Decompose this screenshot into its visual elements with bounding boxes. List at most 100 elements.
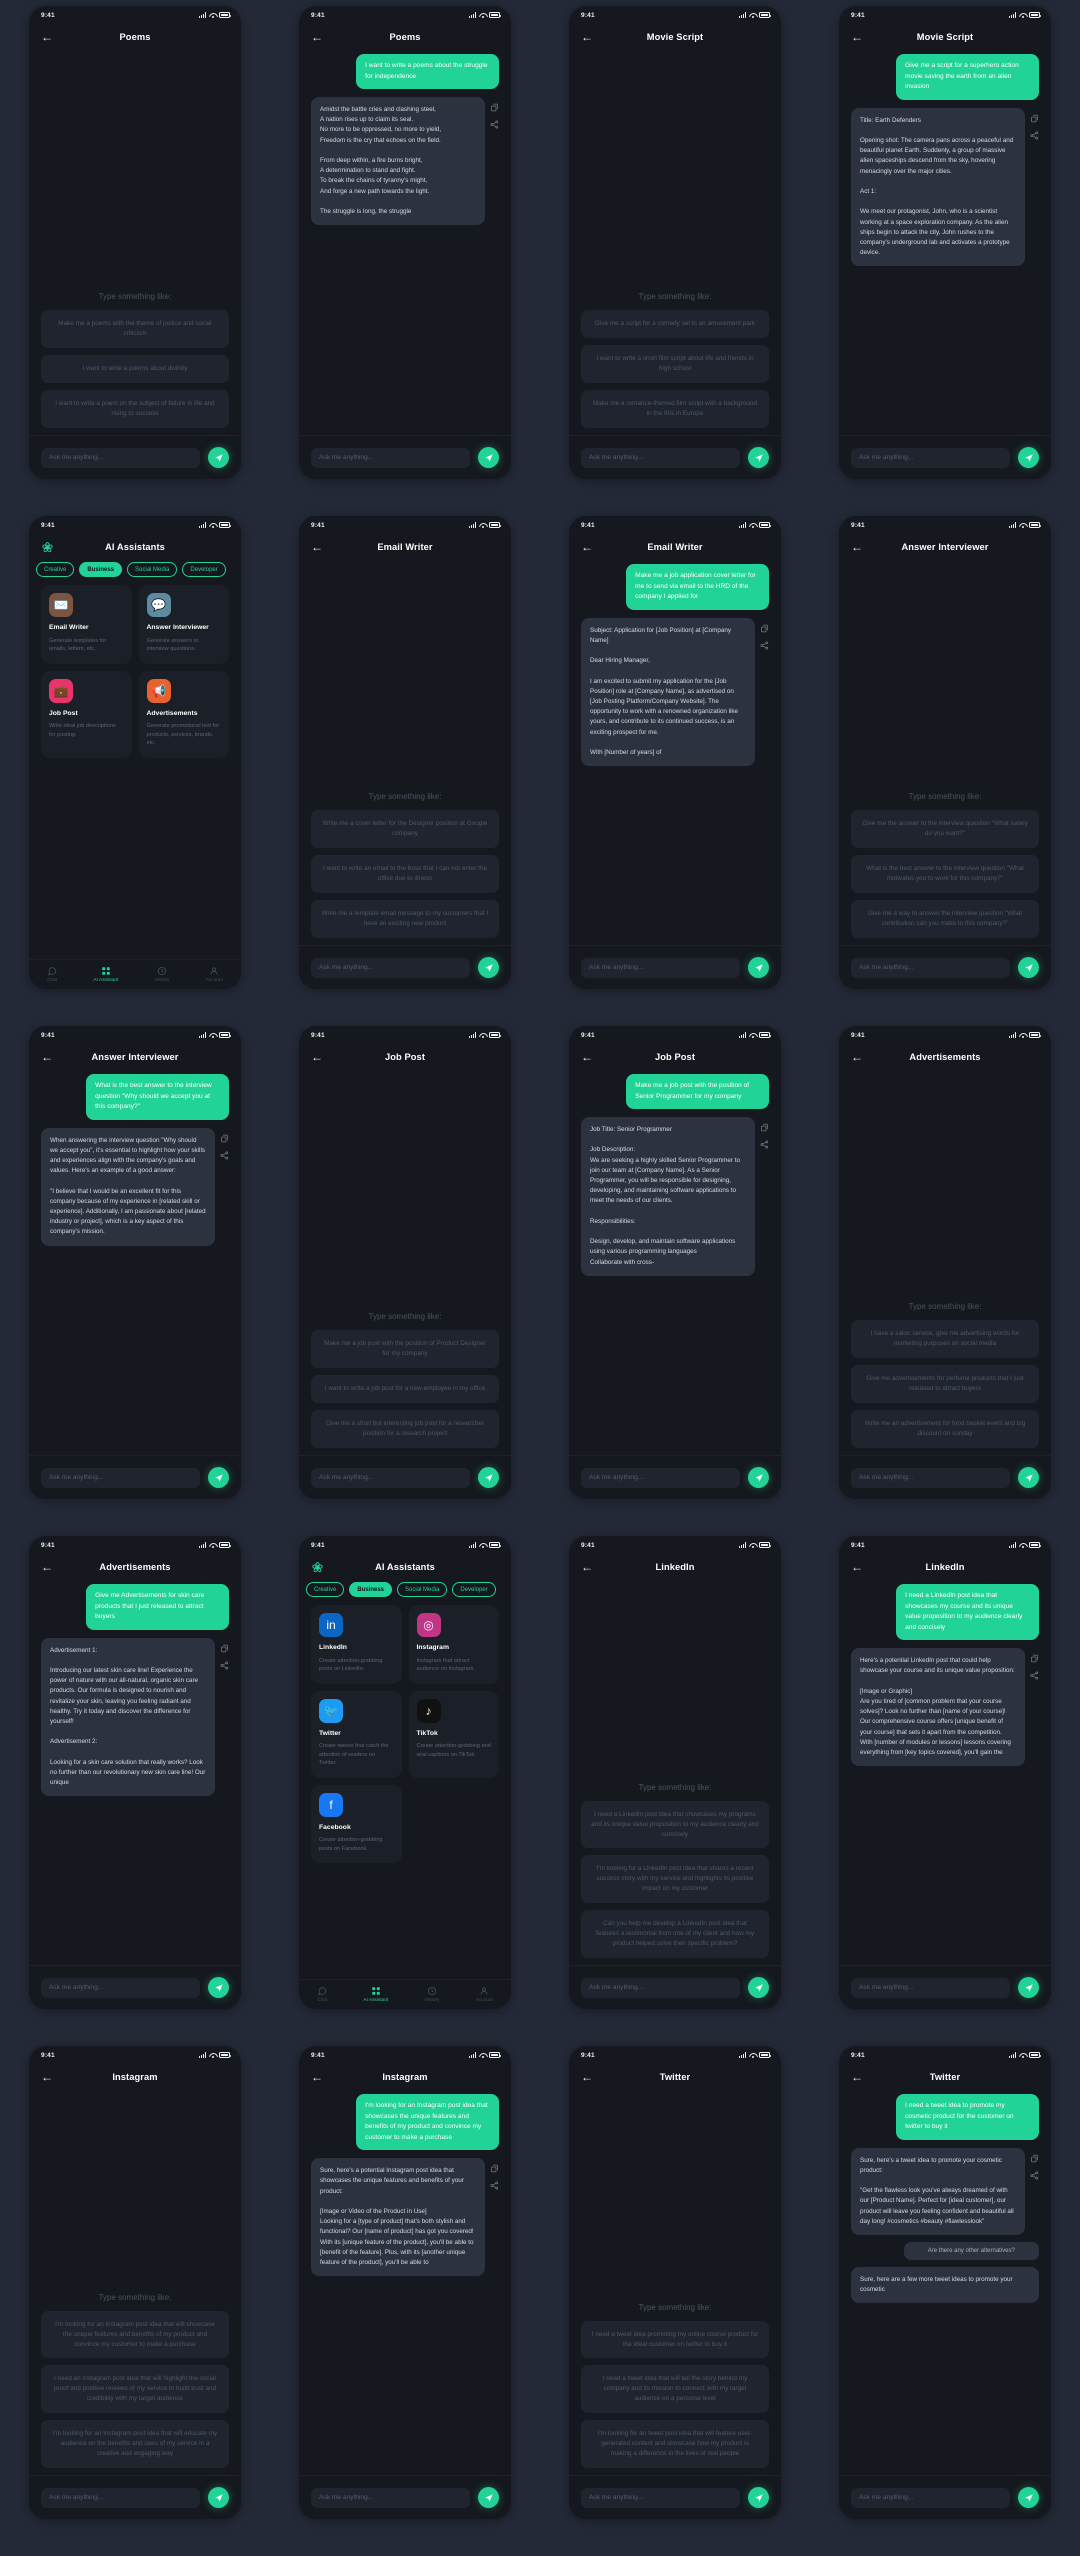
category-chip[interactable]: Social Media [127, 562, 178, 577]
send-button[interactable] [748, 957, 769, 978]
share-icon[interactable] [1030, 1671, 1039, 1680]
copy-icon[interactable] [220, 1134, 229, 1143]
category-chip[interactable]: Business [79, 562, 123, 577]
suggestion-chip[interactable]: I have a salon service, give me advertis… [851, 1320, 1039, 1359]
assistant-card[interactable]: ♪ TikTok Create attention-grabbing and v… [408, 1690, 499, 1778]
suggestion-chip[interactable]: What is the best answer to the interview… [851, 855, 1039, 894]
suggestion-chip[interactable]: Write me a cover letter for the Designer… [311, 810, 499, 849]
tab-account[interactable]: Account [206, 966, 223, 983]
suggestion-chip[interactable]: I want to write a job post for a new emp… [311, 1375, 499, 1404]
suggestion-chip[interactable]: Make me a job post with the position of … [311, 1330, 499, 1369]
share-icon[interactable] [760, 1140, 769, 1149]
suggestion-chip[interactable]: Give me a script for a comedy set in an … [581, 310, 769, 339]
send-button[interactable] [478, 447, 499, 468]
send-button[interactable] [208, 1977, 229, 1998]
message-input[interactable]: Ask me anything... [851, 1467, 1010, 1488]
message-input[interactable]: Ask me anything... [581, 1977, 740, 1998]
send-button[interactable] [1018, 957, 1039, 978]
back-arrow-icon[interactable]: ← [581, 2071, 593, 2083]
message-input[interactable]: Ask me anything... [581, 447, 740, 468]
back-arrow-icon[interactable]: ← [41, 1051, 53, 1063]
send-button[interactable] [208, 2487, 229, 2508]
message-input[interactable]: Ask me anything... [581, 957, 740, 978]
suggestion-chip[interactable]: I want to write an email to the boss tha… [311, 855, 499, 894]
message-input[interactable]: Ask me anything... [41, 1977, 200, 1998]
suggestion-chip[interactable]: I need a tweet idea promoting my online … [581, 2320, 769, 2359]
assistant-card[interactable]: 💼 Job Post Write ideal job descriptions … [41, 670, 132, 758]
category-chip[interactable]: Social Media [397, 1582, 448, 1597]
copy-icon[interactable] [1030, 2154, 1039, 2163]
category-chip[interactable]: Developer [452, 1582, 496, 1597]
category-chip[interactable]: Developer [182, 562, 226, 577]
send-button[interactable] [1018, 1467, 1039, 1488]
message-input[interactable]: Ask me anything... [851, 957, 1010, 978]
send-button[interactable] [208, 447, 229, 468]
send-button[interactable] [748, 1977, 769, 1998]
message-input[interactable]: Ask me anything... [851, 2487, 1010, 2508]
message-input[interactable]: Ask me anything... [311, 1467, 470, 1488]
message-input[interactable]: Ask me anything... [581, 2487, 740, 2508]
back-arrow-icon[interactable]: ← [581, 1561, 593, 1573]
suggestion-chip[interactable]: Make me a romance-themed film script wit… [581, 390, 769, 428]
back-arrow-icon[interactable]: ← [41, 1561, 53, 1573]
send-button[interactable] [748, 2487, 769, 2508]
send-button[interactable] [208, 1467, 229, 1488]
assistant-card[interactable]: in LinkedIn Create attention-grabbing po… [311, 1605, 402, 1684]
back-arrow-icon[interactable]: ← [851, 2071, 863, 2083]
share-icon[interactable] [490, 2181, 499, 2190]
suggestion-chip[interactable]: I'm looking for a LinkedIn post idea tha… [581, 1855, 769, 1904]
copy-icon[interactable] [1030, 1654, 1039, 1663]
suggestion-chip[interactable]: Write me an advertisement for food baske… [851, 1410, 1039, 1448]
send-button[interactable] [748, 1467, 769, 1488]
suggestion-chip[interactable]: I need a tweet idea that will tell the s… [581, 2365, 769, 2414]
tab-ai-assistant[interactable]: AI Assistant [363, 1986, 388, 2003]
send-button[interactable] [1018, 1977, 1039, 1998]
message-input[interactable]: Ask me anything... [851, 1977, 1010, 1998]
message-input[interactable]: Ask me anything... [311, 447, 470, 468]
back-arrow-icon[interactable]: ← [311, 1051, 323, 1063]
back-arrow-icon[interactable]: ← [851, 31, 863, 43]
suggestion-chip[interactable]: I'm looking for an Instagram post idea t… [41, 2420, 229, 2468]
back-arrow-icon[interactable]: ← [311, 541, 323, 553]
assistant-card[interactable]: 💬 Answer Interviewer Generate answers to… [138, 585, 229, 664]
followup-question[interactable]: Are there any other alternatives? [903, 2241, 1039, 2260]
tab-chat[interactable]: Chat [317, 1986, 327, 2003]
message-input[interactable]: Ask me anything... [581, 1467, 740, 1488]
send-button[interactable] [748, 447, 769, 468]
share-icon[interactable] [220, 1151, 229, 1160]
suggestion-chip[interactable]: I need an Instagram post idea that will … [41, 2365, 229, 2414]
send-button[interactable] [478, 2487, 499, 2508]
back-arrow-icon[interactable]: ← [311, 31, 323, 43]
message-input[interactable]: Ask me anything... [41, 2487, 200, 2508]
message-input[interactable]: Ask me anything... [41, 1467, 200, 1488]
suggestion-chip[interactable]: Write me a template email message to my … [311, 900, 499, 938]
suggestion-chip[interactable]: Give me advertisements for perfume produ… [851, 1365, 1039, 1404]
tab-history[interactable]: History [155, 966, 169, 983]
back-arrow-icon[interactable]: ← [851, 1051, 863, 1063]
suggestion-chip[interactable]: Make me a poems with the theme of justic… [41, 310, 229, 349]
copy-icon[interactable] [760, 1123, 769, 1132]
back-arrow-icon[interactable]: ← [581, 541, 593, 553]
suggestion-chip[interactable]: I want to write a poems about divinity [41, 355, 229, 384]
assistant-card[interactable]: f Facebook Create attention-grabbing pos… [311, 1784, 402, 1864]
tab-chat[interactable]: Chat [47, 966, 57, 983]
suggestion-chip[interactable]: Can you help me develop a LinkedIn post … [581, 1910, 769, 1958]
copy-icon[interactable] [1030, 114, 1039, 123]
share-icon[interactable] [490, 120, 499, 129]
copy-icon[interactable] [490, 103, 499, 112]
message-input[interactable]: Ask me anything... [851, 447, 1010, 468]
suggestion-chip[interactable]: Give me the answer to the interview ques… [851, 810, 1039, 849]
back-arrow-icon[interactable]: ← [41, 2071, 53, 2083]
back-arrow-icon[interactable]: ← [41, 31, 53, 43]
back-arrow-icon[interactable]: ← [851, 541, 863, 553]
copy-icon[interactable] [490, 2164, 499, 2173]
suggestion-chip[interactable]: Give me a short but interesting job post… [311, 1410, 499, 1448]
message-input[interactable]: Ask me anything... [311, 2487, 470, 2508]
suggestion-chip[interactable]: I'm looking for an Instagram post idea t… [41, 2310, 229, 2359]
assistant-card[interactable]: ◎ Instagram Instagram that attract audie… [408, 1605, 499, 1684]
share-icon[interactable] [1030, 131, 1039, 140]
send-button[interactable] [1018, 447, 1039, 468]
back-arrow-icon[interactable]: ← [851, 1561, 863, 1573]
share-icon[interactable] [220, 1661, 229, 1670]
tab-history[interactable]: History [425, 1986, 439, 2003]
